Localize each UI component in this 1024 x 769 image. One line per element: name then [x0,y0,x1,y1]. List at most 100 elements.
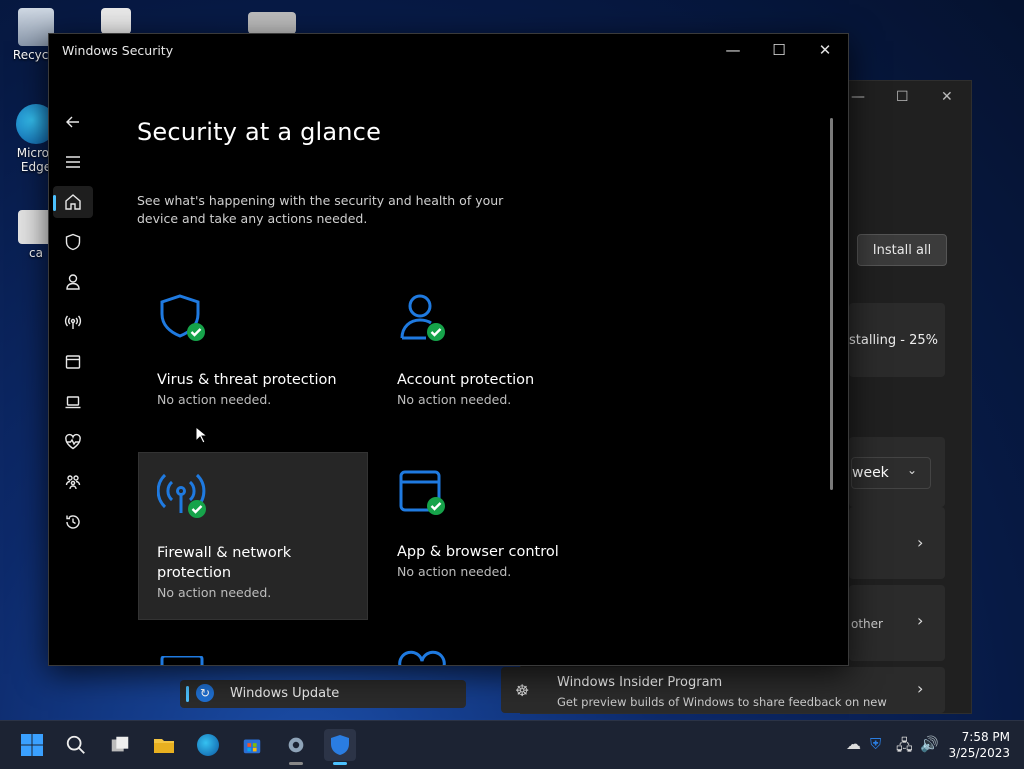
other-text: other [851,617,883,631]
chevron-right-icon: › [917,611,924,630]
insider-title: Windows Insider Program [557,675,723,690]
mouse-cursor-icon [195,426,207,444]
close-button[interactable]: ✕ [802,34,848,66]
page-subtitle: See what's happening with the security a… [137,193,504,226]
chevron-right-icon: › [917,533,924,552]
heart-pulse-icon [65,433,81,450]
insider-card[interactable]: ☸ Windows Insider Program Get preview bu… [501,667,945,713]
folder-icon [154,739,174,753]
tile-title: Virus & threat protection [157,372,337,388]
tile-firewall-network-protection[interactable]: Firewall & network protection No action … [138,452,368,620]
chevron-down-icon[interactable]: ⌄ [907,463,917,477]
window-title: Windows Security [62,43,174,58]
tile-account-protection[interactable]: Account protection No action needed. [378,278,608,444]
minimize-button[interactable]: — [710,34,756,66]
nav-settings[interactable] [53,658,93,666]
gear-icon [288,737,304,753]
tile-status: No action needed. [397,392,512,407]
vertical-scrollbar[interactable] [830,118,833,490]
history-card[interactable]: › [849,507,945,579]
title-bar[interactable]: Windows Security — ☐ ✕ [49,34,848,66]
close-icon[interactable]: ✕ [941,89,953,105]
laptop-icon [65,396,81,409]
tile-app-browser-control[interactable]: App & browser control No action needed. [378,454,608,620]
settings-file-icon [248,12,296,34]
task-view-button[interactable] [104,729,136,761]
system-clock[interactable]: 7:58 PM 3/25/2023 [948,729,1010,761]
install-all-button[interactable]: Install all [857,234,947,266]
insider-icon: ☸ [515,681,530,700]
volume-icon[interactable]: 🔊 [920,735,939,753]
task-view-icon [111,736,129,752]
desktop-icon-label: ca [29,246,43,260]
network-icon[interactable]: 🖧 [896,735,913,760]
back-arrow-icon [66,116,79,128]
antenna-check-icon [157,473,206,518]
file-explorer-button[interactable] [148,729,180,761]
minimize-icon[interactable]: — [851,89,865,105]
edge-button[interactable] [192,729,224,761]
shield-icon [65,233,81,251]
nav-device-health[interactable] [53,426,93,458]
start-button[interactable] [16,729,48,761]
menu-button[interactable] [53,146,93,178]
nav-account-protection[interactable] [53,266,93,298]
navigation-rail [49,66,97,665]
shield-check-icon [160,294,205,341]
windows-update-icon: ↻ [196,684,214,702]
tile-title: Firewall & network protection [157,545,292,581]
advanced-card[interactable]: other › [849,585,945,661]
pause-duration-select[interactable]: week [851,457,931,489]
installing-card: stalling - 25% [849,303,945,377]
nav-indicator [186,686,189,702]
tile-status: No action needed. [157,585,272,600]
history-icon [66,515,80,529]
network-offline-icon[interactable]: ☁ [846,735,861,753]
nav-firewall[interactable] [53,306,93,338]
antenna-icon [64,315,82,329]
tile-device-performance-health[interactable] [378,630,608,665]
settings-button[interactable] [280,729,312,765]
hamburger-menu-icon [66,156,80,168]
tile-virus-threat-protection[interactable]: Virus & threat protection No action need… [138,278,368,444]
search-button[interactable] [60,729,92,761]
tile-title: Account protection [397,372,535,388]
back-button[interactable] [53,106,93,138]
document-icon [101,8,131,34]
tile-status: No action needed. [157,392,272,407]
running-indicator [289,762,303,765]
nav-protection-history[interactable] [53,506,93,538]
shield-icon [331,735,349,755]
home-icon [65,194,81,210]
chevron-right-icon: › [917,679,924,698]
nav-home[interactable] [53,186,93,218]
microsoft-store-button[interactable] [236,729,268,761]
taskbar: ☁ ⛨ 🖧 🔊 7:58 PM 3/25/2023 [0,720,1024,769]
person-icon [66,274,80,290]
windows-logo-icon [21,734,43,756]
gear-icon [64,665,82,666]
person-check-icon [400,294,445,341]
laptop-check-icon [160,656,204,665]
desktop-icon-file[interactable] [84,8,148,36]
insider-desc: Get preview builds of Windows to share f… [557,695,887,709]
nav-device-security[interactable] [53,386,93,418]
nav-virus-threat[interactable] [53,226,93,258]
nav-family-options[interactable] [53,466,93,498]
tile-title: App & browser control [397,544,559,560]
maximize-icon[interactable]: ☐ [896,89,909,105]
security-tray-icon[interactable]: ⛨ [870,735,881,753]
browser-check-icon [399,470,445,515]
windows-update-nav-item[interactable]: ↻ Windows Update [180,680,466,708]
nav-app-browser[interactable] [53,346,93,378]
clock-time: 7:58 PM [961,730,1010,744]
windows-security-button[interactable] [324,729,356,765]
browser-window-icon [65,355,81,369]
family-icon [65,475,81,490]
maximize-button[interactable]: ☐ [756,34,802,66]
windows-update-label: Windows Update [230,686,340,701]
pause-duration-value: week [852,465,889,481]
tile-device-security[interactable] [138,630,368,665]
search-icon [66,735,85,754]
installing-status: stalling - 25% [849,333,939,348]
